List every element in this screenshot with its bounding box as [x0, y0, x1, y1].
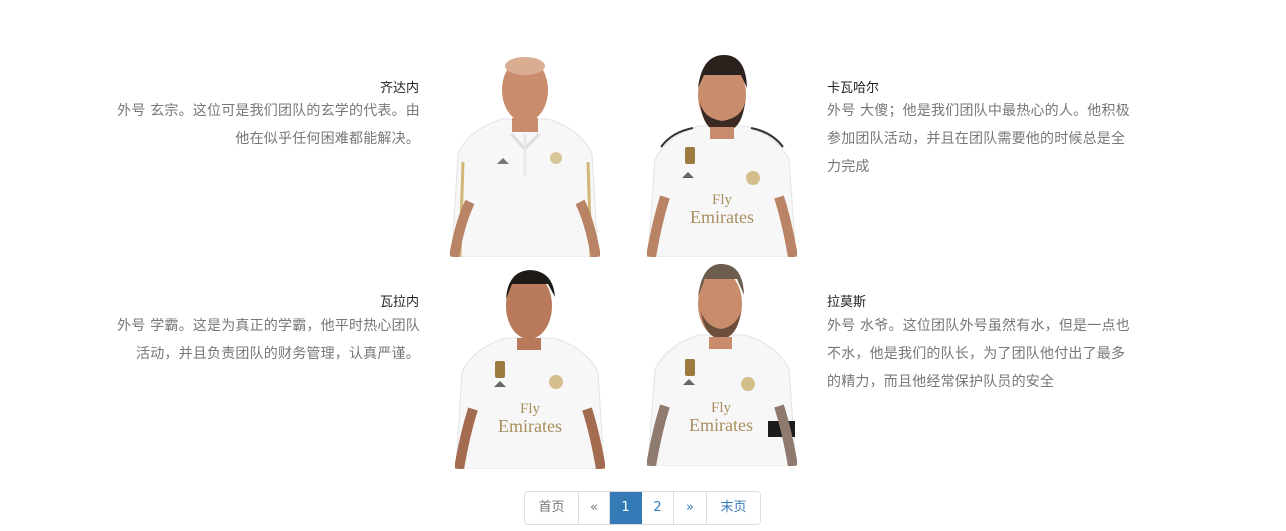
pagination-first-button[interactable]: 首页 [525, 492, 579, 524]
player-portrait: Fly Emirates [455, 264, 605, 469]
team-member-page: 齐达内 外号 玄宗。这位可是我们团队的玄学的代表。由 他在似乎任何困难都能解决。 [0, 0, 1286, 531]
profile-description-line: 参加团队活动，并且在团队需要他的时候总是全 [827, 131, 1126, 147]
profile-photo-ramos: Fly Emirates [647, 261, 797, 471]
profile-description-line: 外号 玄宗。这位可是我们团队的玄学的代表。由 [117, 103, 420, 119]
profile-description-ramos: 外号 水爷。这位团队外号虽然有水，但是一点也 不水，他是我们的队长，为了团队他付… [827, 312, 1187, 396]
crest-icon [550, 152, 562, 164]
profile-description-line: 不水，他是我们的队长，为了团队他付出了最多 [827, 346, 1126, 362]
pagination-last-button[interactable]: 末页 [707, 492, 760, 524]
svg-text:Emirates: Emirates [689, 415, 753, 435]
profile-description-line: 外号 学霸。这是为真正的学霸，他平时热心团队 [117, 318, 420, 334]
pagination-prev-button[interactable]: « [579, 492, 610, 524]
profile-name-carvajal: 卡瓦哈尔 [827, 81, 880, 96]
player-portrait: Fly Emirates [647, 261, 797, 466]
svg-text:Emirates: Emirates [498, 416, 562, 436]
pagination-page-1-button[interactable]: 1 [610, 492, 642, 524]
profile-description-varane: 外号 学霸。这是为真正的学霸，他平时热心团队 活动，并且负责团队的财务管理，认真… [58, 312, 420, 368]
profile-description-line: 外号 大傻；他是我们团队中最热心的人。他积极 [827, 103, 1130, 119]
profile-name-zidane: 齐达内 [379, 81, 419, 96]
profile-name-ramos: 拉莫斯 [827, 295, 867, 310]
profile-description-line: 他在似乎任何困难都能解决。 [235, 131, 420, 147]
pagination-page-2-button[interactable]: 2 [642, 492, 674, 524]
profile-photo-zidane [450, 52, 600, 257]
player-portrait: Fly Emirates [647, 52, 797, 257]
profile-description-line: 力完成 [827, 159, 870, 175]
pagination-next-button[interactable]: » [674, 492, 707, 524]
svg-text:Fly: Fly [520, 401, 541, 417]
svg-text:Emirates: Emirates [690, 207, 754, 227]
crest-icon [746, 171, 760, 185]
profile-description-line: 外号 水爷。这位团队外号虽然有水，但是一点也 [827, 318, 1130, 334]
profile-description-carvajal: 外号 大傻；他是我们团队中最热心的人。他积极 参加团队活动，并且在团队需要他的时… [827, 97, 1187, 181]
profile-description-line: 的精力，而且他经常保护队员的安全 [827, 374, 1055, 390]
profile-name-varane: 瓦拉内 [379, 295, 419, 310]
profile-photo-carvajal: Fly Emirates [647, 52, 797, 257]
profile-description-line: 活动，并且负责团队的财务管理，认真严谨。 [136, 346, 420, 362]
crest-icon [741, 377, 755, 391]
pagination: 首页 « 1 2 » 末页 [524, 491, 761, 525]
crest-icon [549, 375, 563, 389]
player-portrait [450, 52, 600, 257]
profile-photo-varane: Fly Emirates [455, 264, 605, 471]
svg-text:Fly: Fly [711, 400, 732, 416]
svg-text:Fly: Fly [712, 192, 733, 208]
profile-description-zidane: 外号 玄宗。这位可是我们团队的玄学的代表。由 他在似乎任何困难都能解决。 [58, 97, 420, 153]
